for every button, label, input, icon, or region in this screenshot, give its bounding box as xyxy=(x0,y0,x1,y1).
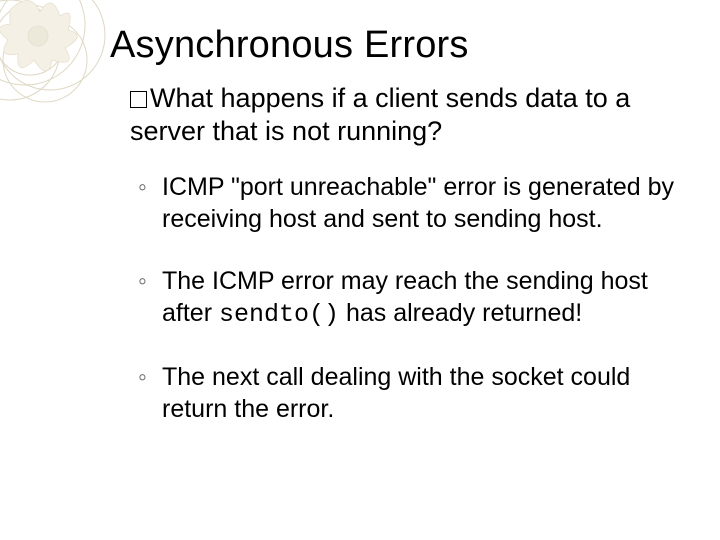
bullet-item: The next call dealing with the socket co… xyxy=(138,361,684,425)
bullet-text: The next call dealing with the socket co… xyxy=(162,363,630,423)
code-token: sendto() xyxy=(219,300,339,329)
bullet-text-post: has already returned! xyxy=(339,299,582,327)
bullet-item: ICMP "port unreachable" error is generat… xyxy=(138,171,684,235)
slide-title: Asynchronous Errors xyxy=(110,24,684,68)
main-question: What happens if a client sends data to a… xyxy=(130,82,684,150)
slide-content: Asynchronous Errors What happens if a cl… xyxy=(0,0,720,540)
checkbox-bullet-icon xyxy=(130,91,147,108)
question-text-start: What xyxy=(150,83,213,113)
bullet-item: The ICMP error may reach the sending hos… xyxy=(138,265,684,331)
bullet-text: ICMP "port unreachable" error is generat… xyxy=(162,173,674,233)
bullet-list: ICMP "port unreachable" error is generat… xyxy=(138,171,684,425)
